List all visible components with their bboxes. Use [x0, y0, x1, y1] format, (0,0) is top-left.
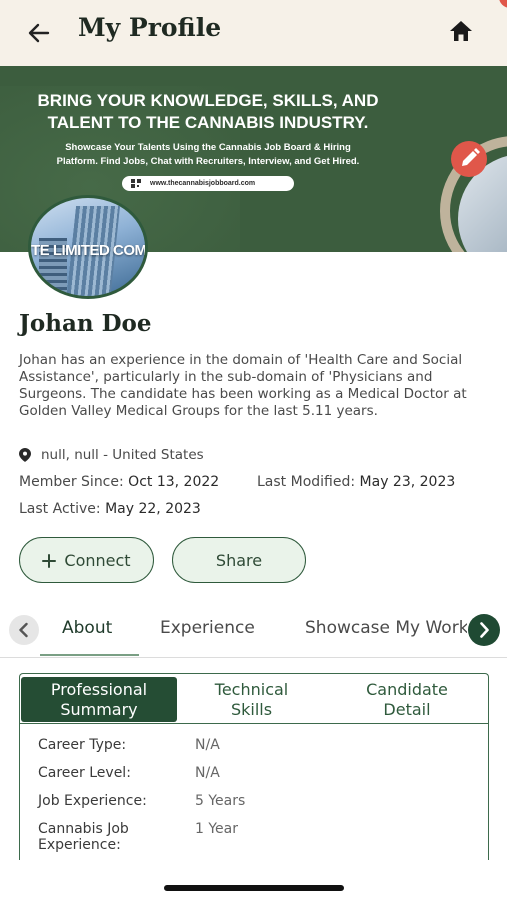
tabs-scroll-right-button[interactable]	[468, 614, 500, 646]
plus-icon	[42, 553, 57, 568]
tab-about[interactable]: About	[62, 618, 112, 638]
connect-button[interactable]: Connect	[19, 537, 154, 583]
last-active-label: Last Active:	[19, 501, 101, 517]
active-tab-indicator	[40, 654, 139, 656]
cannabis-label-line-2: Experience:	[38, 837, 121, 853]
last-modified: Last Modified: May 23, 2023	[257, 474, 455, 490]
page-title: My Profile	[78, 13, 222, 42]
subtab-candidate-line-2: Detail	[383, 699, 431, 719]
pencil-icon	[462, 148, 480, 166]
edit-banner-button[interactable]	[451, 141, 487, 177]
subtab-candidate-detail[interactable]: Candidate Detail	[333, 677, 481, 722]
tab-showcase-my-work[interactable]: Showcase My Work	[305, 618, 467, 638]
subtab-professional-summary[interactable]: Professional Summary	[21, 677, 177, 722]
last-active: Last Active: May 22, 2023	[19, 501, 201, 517]
cannabis-job-experience-label: Cannabis Job Experience:	[38, 821, 129, 853]
profile-bio: Johan has an experience in the domain of…	[19, 352, 467, 419]
banner-headline-line-2: TALENT TO THE CANNABIS INDUSTRY.	[47, 113, 369, 132]
last-active-value: May 22, 2023	[105, 501, 201, 517]
qr-code-icon	[131, 179, 141, 188]
location-pin-icon	[19, 448, 31, 462]
subtab-technical-skills[interactable]: Technical Skills	[183, 677, 320, 722]
job-experience-label: Job Experience:	[38, 793, 147, 809]
home-icon[interactable]	[446, 16, 476, 46]
member-since-value: Oct 13, 2022	[128, 474, 220, 490]
banner-headline: BRING YOUR KNOWLEDGE, SKILLS, AND TALENT…	[0, 90, 416, 134]
last-modified-label: Last Modified:	[257, 474, 356, 490]
share-label: Share	[215, 550, 263, 570]
back-arrow-icon[interactable]	[24, 18, 54, 48]
share-button[interactable]: Share	[172, 537, 306, 583]
tab-experience[interactable]: Experience	[160, 618, 255, 638]
avatar-company-text: TE LIMITED COMPA	[31, 242, 147, 259]
about-panel: Professional Summary Technical Skills Ca…	[19, 673, 489, 860]
career-level-label: Career Level:	[38, 765, 131, 781]
subtab-professional-line-1: Professional	[50, 679, 148, 699]
chevron-right-icon	[480, 622, 489, 638]
subtab-technical-line-1: Technical	[214, 679, 289, 699]
banner-url-pill: www.thecannabisjobboard.com	[122, 176, 294, 191]
subtab-professional-line-2: Summary	[60, 699, 138, 719]
member-since: Member Since: Oct 13, 2022	[19, 474, 219, 490]
app-header: My Profile	[0, 0, 507, 66]
avatar[interactable]: TE LIMITED COMPA	[28, 195, 148, 299]
member-since-label: Member Since:	[19, 474, 124, 490]
about-subtabs: Professional Summary Technical Skills Ca…	[20, 674, 488, 724]
connect-label: Connect	[64, 550, 131, 570]
profile-tabs: About Experience Showcase My Work	[0, 606, 507, 656]
tabs-scroll-left-button[interactable]	[9, 615, 39, 645]
banner-subtext: Showcase Your Talents Using the Cannabis…	[0, 141, 416, 169]
banner-subtext-line-1: Showcase Your Talents Using the Cannabis…	[65, 142, 351, 153]
chevron-left-icon	[19, 622, 28, 638]
subtab-candidate-line-1: Candidate	[366, 679, 448, 699]
home-indicator	[164, 885, 344, 891]
profile-location: null, null - United States	[19, 446, 204, 464]
cannabis-label-line-1: Cannabis Job	[38, 821, 129, 837]
location-text: null, null - United States	[41, 447, 204, 463]
last-modified-value: May 23, 2023	[359, 474, 456, 490]
career-type-label: Career Type:	[38, 737, 127, 753]
profile-name: Johan Doe	[19, 310, 152, 337]
banner-headline-line-1: BRING YOUR KNOWLEDGE, SKILLS, AND	[37, 91, 379, 110]
job-experience-value: 5 Years	[195, 793, 246, 809]
tabs-divider	[0, 657, 507, 658]
corner-accent	[499, 0, 507, 8]
subtab-technical-line-2: Skills	[230, 699, 273, 719]
cannabis-job-experience-value: 1 Year	[195, 821, 238, 837]
banner-subtext-line-2: Platform. Find Jobs, Chat with Recruiter…	[56, 156, 360, 167]
banner-url-text: www.thecannabisjobboard.com	[150, 180, 256, 187]
career-type-value: N/A	[195, 737, 220, 753]
career-level-value: N/A	[195, 765, 220, 781]
